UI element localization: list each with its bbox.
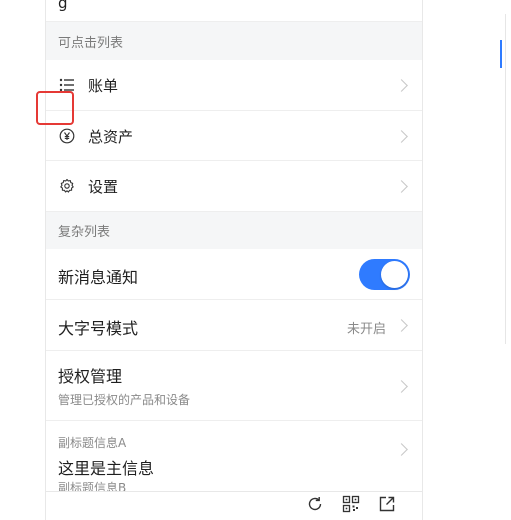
list-item-label: 新消息通知	[58, 268, 139, 287]
notification-toggle[interactable]	[359, 259, 410, 290]
chevron-right-icon	[395, 319, 408, 332]
list-item-label: 大字号模式	[58, 319, 139, 338]
bottom-toolbar	[46, 491, 422, 520]
list-icon	[59, 77, 75, 93]
list-item-notification[interactable]: 新消息通知	[46, 249, 422, 300]
list-item-assets[interactable]: 总资产	[46, 111, 422, 161]
list-item-settings[interactable]: 设置	[46, 161, 422, 212]
main-info: 这里是主信息	[58, 459, 155, 478]
refresh-icon[interactable]	[306, 495, 324, 513]
section-header-clickable: 可点击列表	[46, 22, 422, 60]
active-indicator	[500, 40, 502, 68]
status-text: 未开启	[346, 322, 386, 337]
chevron-right-icon	[395, 443, 408, 456]
subtitle-top: 副标题信息A	[58, 436, 127, 450]
section-header-complex: 复杂列表	[46, 212, 422, 249]
share-icon[interactable]	[378, 495, 396, 513]
yen-icon	[59, 128, 75, 144]
chevron-right-icon	[395, 380, 408, 393]
list-item-info[interactable]: 副标题信息A 这里是主信息 副标题信息B	[46, 421, 422, 495]
list-item-label: 总资产	[88, 128, 134, 146]
list-item-label: 授权管理	[58, 367, 123, 386]
list-item-large-font[interactable]: 大字号模式 未开启	[46, 300, 422, 351]
mobile-preview: g 可点击列表 账单 总资产 设置 复杂列表 新消息通知 大字号模式 未开启 授…	[45, 0, 423, 520]
list-item-authorization[interactable]: 授权管理 管理已授权的产品和设备	[46, 351, 422, 421]
panel-divider	[505, 14, 506, 344]
toggle-knob	[381, 261, 408, 288]
list-item-description: 管理已授权的产品和设备	[58, 393, 191, 407]
chevron-right-icon	[395, 130, 408, 143]
chevron-right-icon	[395, 79, 408, 92]
qrcode-icon[interactable]	[342, 495, 360, 513]
section-title: 可点击列表	[58, 35, 124, 51]
chevron-right-icon	[395, 180, 408, 193]
list-item-label: 账单	[88, 77, 119, 95]
list-item-bill[interactable]: 账单	[46, 60, 422, 111]
gear-icon	[59, 178, 75, 194]
top-partial-cell[interactable]: g	[46, 0, 422, 22]
list-item-label: 设置	[88, 178, 119, 196]
top-partial-text: g	[58, 0, 68, 12]
section-title: 复杂列表	[58, 225, 111, 240]
